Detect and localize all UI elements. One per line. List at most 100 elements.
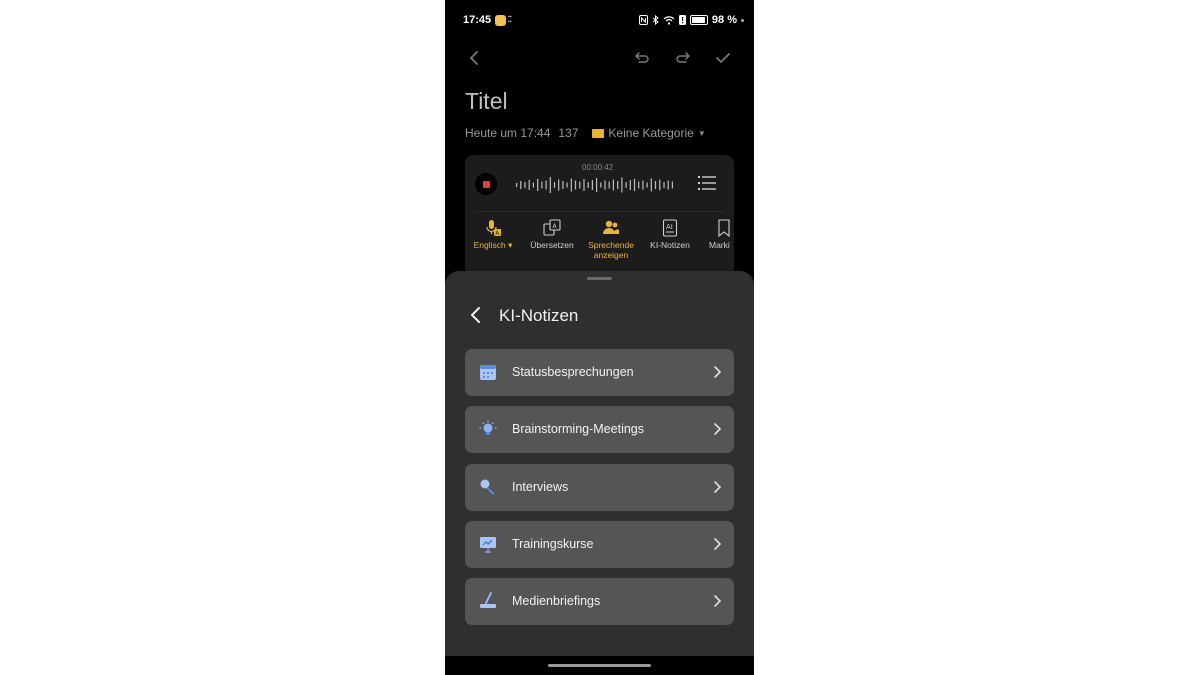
nfc-icon — [638, 15, 648, 25]
waveform-bar — [600, 182, 602, 188]
caret-down-icon: ▼ — [697, 128, 706, 138]
menu-item-label: Statusbesprechungen — [512, 365, 634, 379]
home-gesture-bar[interactable] — [548, 664, 651, 667]
bookmark-button[interactable]: Marki — [701, 219, 741, 250]
waveform-bar — [566, 182, 568, 188]
sheet-back-button[interactable] — [469, 306, 483, 324]
waveform-bar — [553, 182, 556, 188]
caret-down-icon: ▾ — [505, 240, 513, 250]
undo-button[interactable] — [632, 48, 652, 68]
translate-label: Übersetzen — [530, 240, 574, 250]
waveform-bar — [524, 182, 526, 188]
waveform-bar — [633, 179, 636, 191]
translate-button[interactable]: A Übersetzen — [524, 219, 580, 250]
ai-notes-button[interactable]: AI KI-Notizen — [642, 219, 698, 250]
language-label: Englisch — [473, 240, 506, 250]
bookmark-label: Marki — [709, 240, 730, 250]
waveform-bar — [528, 180, 530, 190]
confirm-button[interactable] — [713, 48, 733, 68]
waveform-bar — [642, 180, 644, 190]
broadcast-icon — [480, 592, 496, 608]
status-icons: 98 % — [638, 14, 744, 26]
recorder-divider — [475, 211, 724, 212]
presentation-icon — [480, 537, 496, 553]
category-selector[interactable]: Keine Kategorie ▼ — [592, 126, 706, 140]
waveform — [516, 177, 673, 193]
menu-item-label: Brainstorming-Meetings — [512, 422, 644, 436]
waveform-bar — [583, 179, 585, 191]
redo-button[interactable] — [673, 48, 693, 68]
bookmark-icon — [718, 219, 730, 237]
battery-level: 98 % — [711, 14, 737, 26]
speakers-icon — [603, 220, 619, 234]
notification-small-icon: ▪▪ ▪▪ — [508, 14, 512, 25]
note-meta: Heute um 17:44 137 Keine Kategorie ▼ — [465, 126, 706, 140]
waveform-bar — [621, 177, 623, 193]
waveform-bar — [596, 178, 598, 192]
waveform-bar — [558, 179, 560, 191]
lightbulb-icon — [479, 420, 497, 435]
waveform-bar — [570, 178, 572, 192]
menu-item-label: Interviews — [512, 480, 569, 494]
ai-notes-sheet: KI-Notizen Statusbesprechungen Brainstor… — [445, 271, 754, 675]
waveform-bar — [532, 182, 534, 188]
checkmark-icon — [716, 53, 730, 64]
svg-text:AI: AI — [666, 223, 673, 231]
show-speakers-label-1: Sprechende — [588, 240, 634, 250]
waveform-bar — [579, 181, 581, 189]
waveform-bar — [604, 180, 606, 190]
show-speakers-button[interactable]: Sprechende anzeigen — [583, 219, 639, 260]
waveform-bar — [638, 181, 640, 189]
waveform-bar — [520, 181, 522, 189]
microphone-icon — [480, 479, 495, 495]
show-speakers-label-2: anzeigen — [593, 250, 629, 260]
waveform-bar — [625, 182, 627, 188]
recording-time: 00:00:42 — [582, 163, 614, 172]
waveform-bar — [650, 178, 652, 192]
waveform-bar — [608, 181, 610, 189]
chevron-right-icon — [714, 595, 722, 607]
sheet-drag-handle[interactable] — [587, 277, 612, 280]
menu-item-label: Trainingskurse — [512, 537, 594, 551]
redo-icon — [676, 52, 691, 63]
waveform-bar — [541, 181, 543, 189]
menu-item-status-meetings[interactable]: Statusbesprechungen — [465, 349, 734, 396]
status-time: 17:45 — [463, 14, 492, 26]
chevron-right-icon — [714, 538, 722, 550]
menu-item-trainings[interactable]: Trainingskurse — [465, 521, 734, 568]
back-button[interactable] — [465, 48, 485, 68]
waveform-bar — [516, 183, 518, 187]
menu-item-label: Medienbriefings — [512, 594, 601, 608]
waveform-bar — [667, 180, 669, 190]
menu-item-brainstorming[interactable]: Brainstorming-Meetings — [465, 406, 734, 453]
note-date: Heute um 17:44 — [465, 126, 551, 140]
bluetooth-icon — [652, 15, 659, 25]
waveform-bar — [612, 179, 614, 191]
waveform-bar — [663, 182, 665, 188]
chevron-right-icon — [714, 423, 722, 435]
menu-item-media-briefings[interactable]: Medienbriefings — [465, 578, 734, 625]
calendar-icon — [480, 365, 496, 380]
language-button[interactable]: A Englisch ▾ — [465, 219, 521, 250]
category-label: Keine Kategorie — [608, 126, 694, 140]
waveform-bar — [537, 179, 539, 191]
waveform-bar — [617, 181, 619, 189]
wifi-icon — [663, 16, 675, 25]
note-title[interactable]: Titel — [465, 88, 508, 115]
recording-list-button[interactable] — [698, 175, 716, 196]
waveform-bar — [562, 181, 564, 189]
ai-notes-label: KI-Notizen — [650, 240, 690, 250]
stop-recording-button[interactable] — [475, 173, 497, 195]
chevron-left-icon — [469, 51, 478, 65]
recorder-panel: 00:00:42 A Englisch ▾ A Übersetzen Sprec… — [465, 155, 734, 275]
list-icon — [698, 176, 716, 190]
chevron-right-icon — [714, 481, 722, 493]
waveform-bar — [591, 180, 593, 190]
sheet-title: KI-Notizen — [499, 306, 579, 325]
undo-icon — [634, 52, 649, 63]
phone-screen: 17:45 ▪▪ ▪▪ 98 % Titel Heute um 17:44 137… — [445, 0, 754, 675]
menu-item-interviews[interactable]: Interviews — [465, 464, 734, 511]
system-nav-bar — [445, 656, 754, 675]
waveform-bar — [671, 181, 673, 189]
status-bar: 17:45 ▪▪ ▪▪ 98 % — [445, 10, 754, 30]
